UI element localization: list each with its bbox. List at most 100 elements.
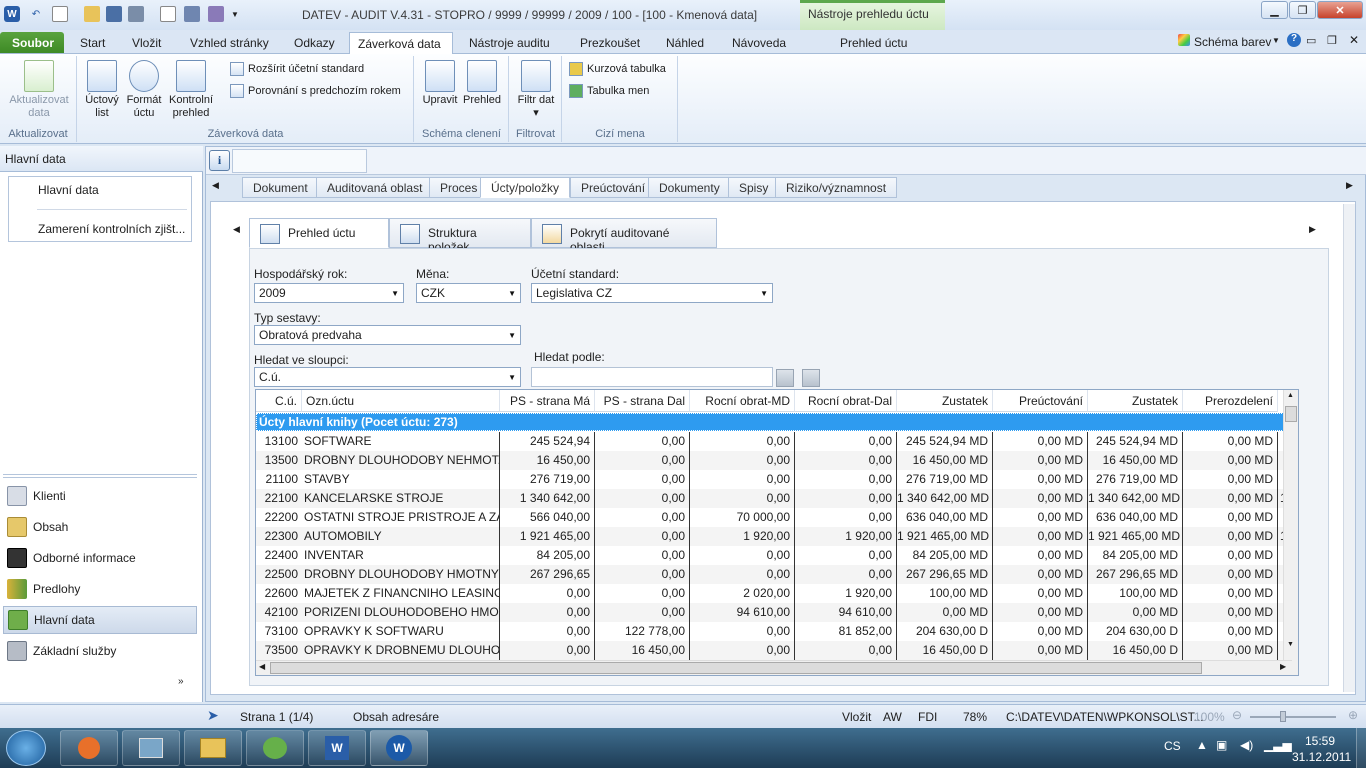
undo-icon[interactable]: ↶ <box>28 6 44 22</box>
column-header[interactable]: Ozn.úctu <box>302 390 500 412</box>
grid-vertical-scrollbar[interactable]: ▲ ▼ <box>1283 390 1298 675</box>
open-folder-icon[interactable] <box>84 6 100 22</box>
table-row[interactable]: 42100 PORIZENI DLOUHODOBEHO HMOT... 0,00 0,… <box>256 603 1292 622</box>
edit-schema-button[interactable]: Upravit <box>419 60 461 107</box>
table-row[interactable]: 22100 KANCELARSKE STROJE 1 340 642,00 0,00 0… <box>256 489 1292 508</box>
taskbar-media-player[interactable] <box>60 730 118 766</box>
currency-select[interactable]: CZK ▼ <box>416 283 521 303</box>
nav-odborne-informace[interactable]: Odborné informace <box>3 544 197 572</box>
account-format-button[interactable]: Formát úctu <box>124 60 164 120</box>
color-scheme-label[interactable]: Schéma barev <box>1194 35 1271 49</box>
search-column-select[interactable]: C.ú. ▼ <box>254 367 521 387</box>
scroll-down-icon[interactable]: ▼ <box>1287 641 1294 648</box>
filter-data-button[interactable]: Filtr dat ▾ <box>516 60 556 120</box>
app-icon[interactable]: W <box>4 6 20 22</box>
binoculars-icon[interactable] <box>802 369 820 387</box>
schema-overview-button[interactable]: Prehled <box>461 60 503 107</box>
column-header[interactable]: Prerozdelení <box>1183 390 1278 412</box>
table-row[interactable]: 73100 OPRAVKY K SOFTWARU 0,00 122 778,00 0,0… <box>256 622 1292 641</box>
splitter[interactable] <box>3 474 197 478</box>
close-button[interactable]: ✕ <box>1317 1 1363 19</box>
customize-dropdown-icon[interactable]: ▼ <box>227 6 243 22</box>
nav-hlavni-data[interactable]: Hlavní data <box>3 606 197 634</box>
info-icon[interactable]: i <box>209 150 230 171</box>
taskbar-network[interactable] <box>246 730 304 766</box>
tabs-left-arrow-icon[interactable]: ◀ <box>212 180 219 191</box>
outer-scrollbar[interactable] <box>1343 204 1355 692</box>
tab-nastroje-auditu[interactable]: Nástroje auditu <box>461 32 558 54</box>
compare-prev-year-button[interactable]: Porovnání s predchozím rokem <box>230 82 401 100</box>
expand-chevron-icon[interactable]: » <box>178 676 184 687</box>
column-header[interactable]: C.ú. <box>256 390 302 412</box>
tab-start[interactable]: Start <box>72 32 113 54</box>
table-row[interactable]: 22200 OSTATNI STROJE PRISTROJE A ZA... 566… <box>256 508 1292 527</box>
table-row[interactable]: 21100 STAVBY 276 719,00 0,00 0,00 0,00 276 719… <box>256 470 1292 489</box>
macro-icon[interactable] <box>208 6 224 22</box>
zoom-slider-thumb[interactable] <box>1280 711 1286 722</box>
tab-zaverkova-data[interactable]: Záverková data <box>349 32 453 55</box>
search-grid-icon[interactable] <box>776 369 794 387</box>
table-row[interactable]: 13500 DROBNY DLOUHODOBY NEHMOT... 16 450,0… <box>256 451 1292 470</box>
nav-obsah[interactable]: Obsah <box>3 513 197 541</box>
tab-ucty-polozky[interactable]: Úcty/položky <box>480 177 571 198</box>
maximize-button[interactable]: ❐ <box>1289 1 1316 19</box>
tool-icon[interactable] <box>184 6 200 22</box>
column-header[interactable]: PS - strana Má ... <box>500 390 595 422</box>
column-header[interactable]: Rocní obrat-Dal <box>795 390 897 412</box>
tabs-right-arrow-icon[interactable]: ▶ <box>1346 180 1353 191</box>
network-signal-icon[interactable]: ▁▃▅ <box>1264 738 1292 752</box>
taskbar-screen-tool[interactable] <box>122 730 180 766</box>
taskbar-explorer[interactable] <box>184 730 242 766</box>
search-input[interactable] <box>531 367 773 387</box>
column-header[interactable]: Rocní obrat-MD <box>690 390 795 412</box>
table-row[interactable]: 73500 OPRAVKY K DROBNEMU DLOUHO... 0,00 16 … <box>256 641 1292 660</box>
clock-date[interactable]: 31.12.2011 <box>1292 750 1351 764</box>
tab-prezkouset[interactable]: Prezkoušet <box>572 32 648 54</box>
subtabs-right-arrow-icon[interactable]: ▶ <box>1309 224 1316 235</box>
zoom-out-icon[interactable]: ⊖ <box>1232 708 1242 722</box>
insert-mode[interactable]: Vložit <box>842 710 871 724</box>
refresh-data-button[interactable]: Aktualizovat data <box>6 60 72 120</box>
tray-expand-icon[interactable]: ▲ <box>1196 738 1208 752</box>
start-button[interactable] <box>6 730 46 766</box>
list-item-hlavni-data[interactable]: Hlavní data <box>38 183 99 197</box>
table-row[interactable]: 22300 AUTOMOBILY 1 921 465,00 0,00 1 920,00 1… <box>256 527 1292 546</box>
tab-vzhled[interactable]: Vzhled stránky <box>182 32 277 54</box>
tab-napoveda[interactable]: Návoveda <box>724 32 794 54</box>
table-row[interactable]: 22500 DROBNY DLOUHODOBY HMOTNY ... 267 296… <box>256 565 1292 584</box>
tab-dokumenty[interactable]: Dokumenty <box>648 177 731 198</box>
tab-riziko[interactable]: Riziko/významnost <box>775 177 898 198</box>
tray-device-icon[interactable]: ▣ <box>1216 738 1227 752</box>
minimize-button[interactable]: ▁ <box>1261 1 1288 19</box>
list-item-zamereni[interactable]: Zamerení kontrolních zjišt... <box>38 222 185 236</box>
scroll-left-icon[interactable]: ◀ <box>259 662 265 671</box>
tab-prehled-uctu-sub[interactable]: Prehled úctu <box>249 218 389 248</box>
table-row[interactable]: 13100 SOFTWARE 245 524,94 0,00 0,00 0,00 245 5… <box>256 432 1292 451</box>
preview-icon[interactable] <box>160 6 176 22</box>
tab-struktura-polozek[interactable]: Struktura položek <box>389 218 531 254</box>
zoom-in-icon[interactable]: ⊕ <box>1348 708 1358 722</box>
subtabs-left-arrow-icon[interactable]: ◀ <box>233 224 240 235</box>
account-sheet-button[interactable]: Úctový list <box>82 60 122 120</box>
zoom-slider[interactable] <box>1250 716 1336 718</box>
tab-auditovana-oblast[interactable]: Auditovaná oblast <box>316 177 434 198</box>
close-doc-icon[interactable]: ✕ <box>1349 33 1359 47</box>
year-select[interactable]: 2009 ▼ <box>254 283 404 303</box>
tab-vlozit[interactable]: Vložit <box>124 32 169 54</box>
scroll-right-icon[interactable]: ▶ <box>1280 662 1286 671</box>
taskbar-datev[interactable]: W <box>370 730 428 766</box>
scheme-dropdown-icon[interactable]: ▼ <box>1272 36 1280 45</box>
scroll-thumb[interactable] <box>1285 406 1297 422</box>
currency-table-button[interactable]: Tabulka men <box>569 82 649 100</box>
tab-nahled[interactable]: Náhled <box>658 32 712 54</box>
column-header[interactable]: PS - strana Dal <box>595 390 690 412</box>
save-icon[interactable] <box>106 6 122 22</box>
taskbar-word[interactable]: W <box>308 730 366 766</box>
tab-dokument[interactable]: Dokument <box>242 177 319 198</box>
print-icon[interactable] <box>128 6 144 22</box>
tab-spisy[interactable]: Spisy <box>728 177 780 198</box>
hscroll-thumb[interactable] <box>270 662 1202 674</box>
clock-time[interactable]: 15:59 <box>1305 734 1335 748</box>
control-overview-button[interactable]: Kontrolní prehled <box>166 60 216 120</box>
maximize-doc-icon[interactable]: ❐ <box>1327 34 1337 47</box>
